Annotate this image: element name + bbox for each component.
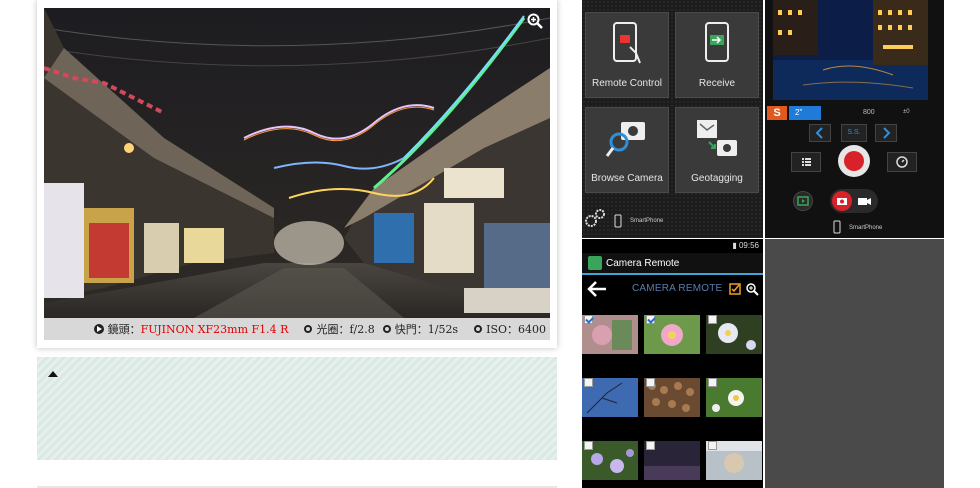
thumbnail[interactable]	[644, 315, 700, 354]
tile-label: Browse Camera	[591, 173, 663, 184]
tile-label: Receive	[698, 78, 736, 89]
header-title: CAMERA REMOTE	[632, 283, 723, 294]
thumbnail[interactable]	[706, 378, 762, 417]
ev-display: ±0	[903, 109, 910, 115]
increase-button[interactable]	[875, 124, 897, 142]
circle-bullet-icon	[474, 325, 483, 333]
tile-receive[interactable]: Receive	[675, 12, 759, 98]
thumbnail-checkbox[interactable]	[708, 441, 717, 450]
empty-panel	[765, 239, 944, 488]
camera-video-icon	[832, 191, 871, 211]
iso-info: ISO： 6400	[474, 321, 546, 337]
select-checkbox-icon[interactable]	[729, 283, 741, 295]
exposure-info-row: S 2" 800 ±0	[765, 106, 944, 120]
smartphone-label: SmartPhone	[849, 225, 883, 231]
still-movie-toggle[interactable]	[830, 189, 878, 213]
page: 鏡頭： FUJINON XF23mm F1.4 R 光圈： f/2.8 快門： …	[0, 0, 980, 488]
market-night-photo[interactable]	[44, 8, 550, 318]
mode-indicator[interactable]: S	[767, 106, 787, 120]
photo-exif-caption: 鏡頭： FUJINON XF23mm F1.4 R 光圈： f/2.8 快門： …	[44, 318, 550, 340]
shutter-speed-display[interactable]: 2"	[789, 106, 821, 120]
status-bar: ▮ 09:56	[582, 239, 763, 253]
camera-magnifier-icon	[605, 122, 645, 157]
app-title: Camera Remote	[606, 257, 680, 269]
shutter-value: 1/52s	[427, 322, 459, 336]
thumbnail-checkbox[interactable]	[708, 315, 717, 324]
tile-browse-camera[interactable]: Browse Camera	[585, 107, 669, 193]
thumbnail[interactable]	[582, 441, 638, 480]
aperture-label: 光圈：	[316, 323, 350, 336]
battery-icon: ▮	[732, 241, 739, 250]
status-time: 09:56	[738, 241, 759, 250]
iso-label: ISO：	[486, 323, 518, 336]
app-title-bar: Camera Remote	[582, 253, 763, 275]
playback-button[interactable]	[793, 191, 813, 211]
thumbnail[interactable]	[706, 441, 762, 480]
remote-control-screen: S 2" 800 ±0 S.S. SmartPhone	[765, 0, 944, 238]
thumbnail[interactable]	[644, 378, 700, 417]
tile-remote-control[interactable]: Remote Control	[585, 12, 669, 98]
back-arrow-icon[interactable]	[586, 279, 610, 299]
menu-footer: SmartPhone	[582, 206, 763, 238]
thumbnail[interactable]	[582, 315, 638, 354]
thumbnail-checkbox[interactable]	[646, 378, 655, 387]
thumbnail[interactable]	[582, 378, 638, 417]
circle-bullet-icon	[304, 325, 313, 333]
self-timer-button[interactable]	[887, 152, 917, 172]
menu-list-button[interactable]	[791, 152, 821, 172]
arrow-bullet-icon	[93, 324, 104, 334]
lens-value: FUJINON XF23mm F1.4 R	[140, 322, 289, 336]
tile-label: Geotagging	[691, 173, 743, 184]
browse-camera-screen: ▮ 09:56 Camera Remote CAMERA REMOTE	[582, 239, 763, 488]
zoom-in-icon[interactable]	[526, 12, 544, 30]
phone-receive-icon	[705, 22, 729, 62]
app-icon	[588, 256, 602, 270]
live-view	[773, 0, 928, 100]
smartphone-label: SmartPhone	[630, 218, 664, 224]
chevron-right-icon	[883, 127, 891, 139]
iso-display: 800	[863, 109, 875, 116]
thumbnail-checkbox[interactable]	[584, 315, 593, 324]
collapsible-panel	[37, 357, 557, 460]
thumbnail-checkbox[interactable]	[646, 315, 655, 324]
live-view-image	[773, 0, 928, 100]
aperture-info: 光圈： f/2.8	[304, 321, 375, 337]
photo-card: 鏡頭： FUJINON XF23mm F1.4 R 光圈： f/2.8 快門： …	[37, 0, 557, 348]
browse-header: CAMERA REMOTE	[582, 277, 763, 301]
thumbnail-checkbox[interactable]	[646, 441, 655, 450]
smartphone-icon	[614, 214, 622, 228]
iso-value: 6400	[518, 322, 546, 336]
thumbnail-checkbox[interactable]	[708, 378, 717, 387]
zoom-in-icon[interactable]	[745, 282, 759, 296]
chevron-left-icon	[815, 127, 823, 139]
aperture-value: f/2.8	[349, 322, 375, 336]
shutter-label: 快門：	[394, 323, 428, 336]
lens-info: 鏡頭： FUJINON XF23mm F1.4 R	[93, 321, 289, 337]
thumbnail[interactable]	[644, 441, 700, 480]
collapse-arrow-icon[interactable]	[48, 371, 58, 377]
decrease-button[interactable]	[809, 124, 831, 142]
circle-bullet-icon	[382, 325, 391, 333]
thumbnail-checkbox[interactable]	[584, 378, 593, 387]
ss-label: S.S.	[841, 124, 867, 142]
gear-icon[interactable]	[584, 208, 606, 228]
map-camera-icon	[697, 120, 737, 156]
tile-geotagging[interactable]: Geotagging	[675, 107, 759, 193]
photo-illustration	[44, 8, 550, 318]
lens-label: 鏡頭：	[107, 323, 141, 336]
timer-icon	[896, 156, 908, 168]
tile-label: Remote Control	[591, 78, 663, 89]
app-menu-screen: Remote Control Receive Browse Camera Geo…	[582, 0, 763, 238]
phone-touch-icon	[613, 22, 641, 64]
thumbnail-checkbox[interactable]	[584, 441, 593, 450]
smartphone-icon	[833, 220, 841, 234]
list-icon	[802, 158, 811, 166]
record-icon	[844, 151, 864, 171]
shutter-info: 快門： 1/52s	[382, 321, 459, 337]
play-icon	[797, 196, 809, 206]
thumbnail[interactable]	[706, 315, 762, 354]
shutter-release-button[interactable]	[838, 145, 870, 177]
